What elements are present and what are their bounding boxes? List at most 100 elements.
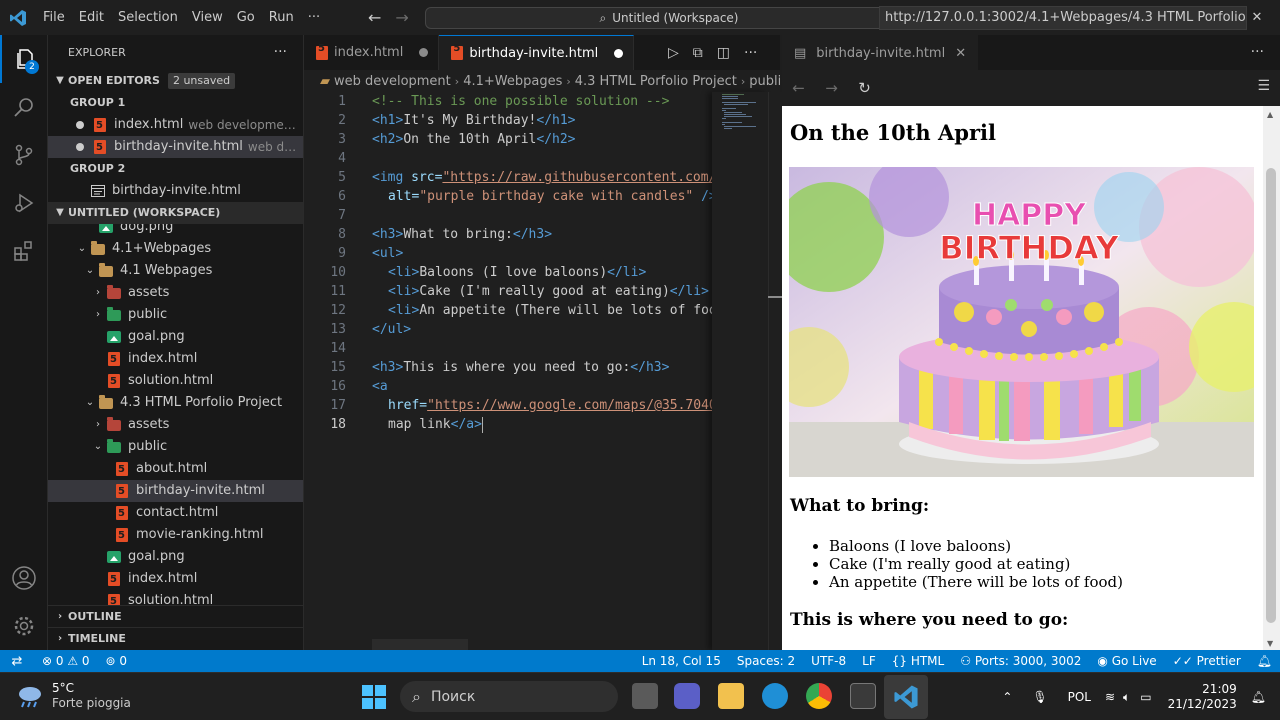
- breadcrumb-item[interactable]: public: [749, 74, 780, 89]
- unsaved-dot-icon[interactable]: [614, 48, 624, 58]
- tree-item[interactable]: solution.html: [48, 590, 303, 605]
- split-editor-icon[interactable]: ◫: [717, 45, 730, 61]
- open-editor-item[interactable]: birthday-invite.html: [48, 180, 303, 202]
- vertical-scrollbar[interactable]: [768, 92, 782, 650]
- horizontal-scrollbar[interactable]: [372, 639, 468, 650]
- browser-forward-icon[interactable]: →: [815, 79, 848, 97]
- code-editor[interactable]: 1 2 3 4 5 6 7 8 9 10 11 12 13 14 15 16 1…: [304, 92, 780, 650]
- menu-selection[interactable]: Selection: [111, 0, 185, 35]
- manage-gear-icon[interactable]: [0, 602, 48, 650]
- task-view-icon[interactable]: [632, 683, 658, 709]
- tree-item[interactable]: index.html: [48, 568, 303, 590]
- input-language[interactable]: POL: [1058, 690, 1101, 704]
- menu-go[interactable]: Go: [230, 0, 262, 35]
- weather-widget[interactable]: 5°C Forte pioggia: [16, 681, 131, 711]
- scroll-down-icon[interactable]: ▼: [1267, 639, 1273, 648]
- menu-run[interactable]: Run: [262, 0, 301, 35]
- more-actions-icon[interactable]: ···: [274, 35, 287, 70]
- more-actions-icon[interactable]: ···: [1251, 44, 1264, 60]
- tree-item[interactable]: goal.png: [48, 546, 303, 568]
- tree-folder[interactable]: ⌄ 4.3 HTML Porfolio Project: [48, 392, 303, 414]
- forward-arrow-icon[interactable]: →: [395, 8, 408, 27]
- encoding[interactable]: UTF-8: [803, 654, 854, 668]
- vscode-taskbar-icon[interactable]: [884, 675, 928, 719]
- language-mode[interactable]: {} HTML: [884, 654, 953, 668]
- edge-browser-icon[interactable]: [762, 683, 788, 709]
- url-bar[interactable]: http://127.0.0.1:3002/4.1+Webpages/4.3 H…: [879, 6, 1247, 30]
- browser-reload-icon[interactable]: ↻: [848, 79, 881, 97]
- indentation[interactable]: Spaces: 2: [729, 654, 803, 668]
- run-play-icon[interactable]: ▷: [668, 45, 679, 61]
- tree-folder[interactable]: › assets: [48, 414, 303, 436]
- tree-folder[interactable]: ⌄ 4.1 Webpages: [48, 260, 303, 282]
- menu-edit[interactable]: Edit: [72, 0, 111, 35]
- tree-item-selected[interactable]: birthday-invite.html: [48, 480, 303, 502]
- menu-file[interactable]: File: [36, 0, 72, 35]
- tab-index-html[interactable]: index.html: [304, 35, 440, 70]
- microsoft-store-icon[interactable]: [850, 683, 876, 709]
- battery-icon[interactable]: ▭: [1134, 690, 1157, 704]
- tab-birthday-invite[interactable]: birthday-invite.html: [439, 35, 635, 70]
- problems-status[interactable]: ⊗ 0 ⚠ 0: [34, 654, 98, 668]
- taskbar-search[interactable]: ⌕ Поиск: [400, 681, 618, 712]
- page-scroll-thumb[interactable]: [1266, 168, 1276, 623]
- teams-chat-icon[interactable]: [674, 683, 700, 709]
- close-tab-icon[interactable]: ✕: [955, 46, 966, 61]
- file-explorer-icon[interactable]: [718, 683, 744, 709]
- browser-back-icon[interactable]: ←: [782, 79, 815, 97]
- browser-menu-icon[interactable]: ☰: [1257, 78, 1270, 94]
- tree-folder[interactable]: ⌄ 4.1+Webpages: [48, 238, 303, 260]
- accounts-icon[interactable]: [0, 554, 48, 602]
- tree-item[interactable]: dog.png: [48, 224, 303, 238]
- command-center[interactable]: ⌕ Untitled (Workspace): [425, 7, 913, 29]
- tree-folder[interactable]: ⌄ public: [48, 436, 303, 458]
- ports-status[interactable]: ⊚ 0: [98, 654, 136, 668]
- forwarded-ports[interactable]: ⚇ Ports: 3000, 3002: [952, 654, 1089, 668]
- back-arrow-icon[interactable]: ←: [368, 8, 381, 27]
- tree-item[interactable]: contact.html: [48, 502, 303, 524]
- volume-icon[interactable]: 🔈︎: [1119, 690, 1134, 705]
- tree-item[interactable]: index.html: [48, 348, 303, 370]
- minimap[interactable]: [712, 92, 768, 650]
- explorer-icon[interactable]: 2: [0, 35, 48, 83]
- open-editor-item[interactable]: index.html web development • 4....: [48, 114, 303, 136]
- breadcrumb-item[interactable]: 4.1+Webpages: [463, 74, 562, 89]
- tree-item[interactable]: about.html: [48, 458, 303, 480]
- tree-item[interactable]: goal.png: [48, 326, 303, 348]
- more-actions-icon[interactable]: ···: [744, 45, 757, 61]
- cursor-position[interactable]: Ln 18, Col 15: [634, 654, 729, 668]
- open-editor-item[interactable]: birthday-invite.html web develo...: [48, 136, 303, 158]
- page-scrollbar[interactable]: ▲ ▼: [1263, 106, 1280, 650]
- source-control-icon[interactable]: [0, 131, 48, 179]
- tree-folder[interactable]: › assets: [48, 282, 303, 304]
- scroll-up-icon[interactable]: ▲: [1267, 110, 1273, 119]
- clock[interactable]: 21:09 21/12/2023: [1158, 682, 1247, 712]
- tree-folder[interactable]: › public: [48, 304, 303, 326]
- extensions-icon[interactable]: [0, 227, 48, 275]
- open-preview-icon[interactable]: ⧉: [693, 45, 703, 61]
- breadcrumb-item[interactable]: 4.3 HTML Porfolio Project: [575, 74, 737, 89]
- menu-view[interactable]: View: [185, 0, 230, 35]
- breadcrumb-item[interactable]: web development: [334, 74, 451, 89]
- outline-section[interactable]: › OUTLINE: [48, 605, 303, 627]
- search-icon[interactable]: [0, 83, 48, 131]
- chevron-up-icon[interactable]: ⌃: [992, 690, 1022, 704]
- remote-icon[interactable]: ⇄: [0, 654, 34, 669]
- unsaved-dot-icon[interactable]: [419, 48, 429, 57]
- browser-tab[interactable]: ▤ birthday-invite.html ✕: [782, 35, 979, 70]
- start-button[interactable]: [362, 685, 386, 709]
- prettier-status[interactable]: ✓✓ Prettier: [1165, 654, 1249, 668]
- chrome-browser-icon[interactable]: [806, 683, 832, 709]
- end-of-line[interactable]: LF: [854, 654, 884, 668]
- tree-item[interactable]: movie-ranking.html: [48, 524, 303, 546]
- timeline-section[interactable]: › TIMELINE: [48, 627, 303, 649]
- tree-item[interactable]: solution.html: [48, 370, 303, 392]
- notifications-bell-icon[interactable]: 🔔︎: [1249, 654, 1280, 668]
- open-editors-section[interactable]: ▼ OPEN EDITORS 2 unsaved: [48, 70, 303, 92]
- notification-bell-icon[interactable]: 🔔︎: [1247, 690, 1280, 704]
- workspace-section[interactable]: ▼ UNTITLED (WORKSPACE): [48, 202, 303, 224]
- menu-more[interactable]: ···: [301, 0, 327, 35]
- microphone-icon[interactable]: 🎙︎: [1022, 690, 1057, 704]
- run-debug-icon[interactable]: [0, 179, 48, 227]
- go-live-button[interactable]: ◉ Go Live: [1089, 654, 1164, 668]
